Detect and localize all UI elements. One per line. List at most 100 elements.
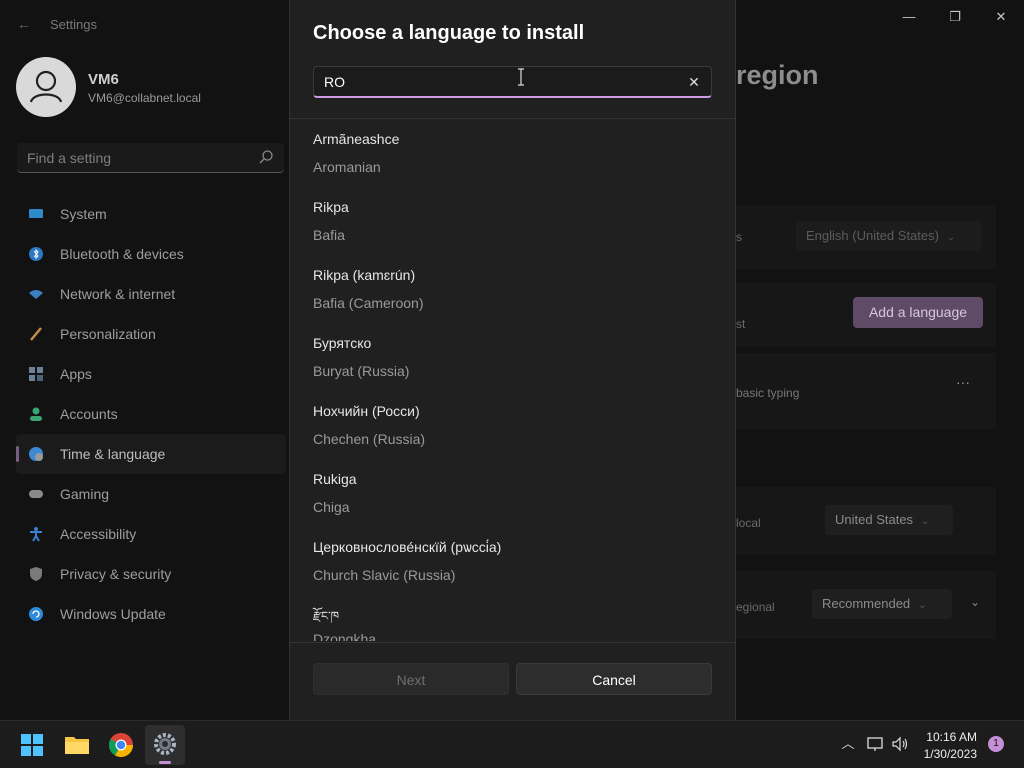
system-icon [29, 209, 43, 218]
search-placeholder: Find a setting [27, 150, 112, 166]
search-icon [259, 150, 273, 164]
regional-format-value: Recommended [822, 596, 911, 611]
preferred-languages-label: st [736, 317, 746, 331]
language-list[interactable]: Armãneashce Aromanian Rikpa Bafia Rikpa … [290, 119, 735, 641]
language-english-name: Chechen (Russia) [313, 431, 426, 447]
language-english-name: Bafia [313, 227, 345, 243]
notification-badge[interactable]: 1 [988, 736, 1004, 752]
language-install-dialog: Choose a language to install ✕ Armãneash… [289, 0, 736, 720]
list-item[interactable]: Бурятско Buryat (Russia) [290, 323, 735, 391]
add-language-button[interactable]: Add a language [853, 297, 983, 328]
sidebar-item-label: Accessibility [60, 526, 137, 542]
language-search-field[interactable]: ✕ [313, 66, 712, 98]
folder-icon [65, 737, 89, 754]
show-hidden-icons-chevron-icon[interactable]: ︿ [839, 735, 857, 753]
wifi-icon [29, 290, 43, 299]
list-item[interactable]: Церковнослове́нскїй (рѡссі́а) Church Sla… [290, 527, 735, 595]
sidebar-item-time-language[interactable]: Time & language [16, 434, 286, 474]
sidebar-item-label: Apps [60, 366, 92, 382]
dialog-footer: Next Cancel [290, 642, 735, 720]
avatar[interactable] [16, 57, 76, 117]
language-native-name: Rikpa (kamɛrún) [313, 267, 416, 283]
language-english-name: Chiga [313, 499, 350, 515]
dialog-title: Choose a language to install [313, 22, 585, 44]
update-icon [29, 607, 43, 621]
sidebar-item-system[interactable]: System [16, 194, 286, 234]
sidebar-item-label: Accounts [60, 406, 118, 422]
globe-clock-icon [29, 447, 43, 461]
language-english-name: Aromanian [313, 159, 381, 175]
sidebar-item-network[interactable]: Network & internet [16, 274, 286, 314]
user-icon [16, 57, 76, 117]
sidebar-item-accounts[interactable]: Accounts [16, 394, 286, 434]
language-native-name: Церковнослове́нскїй (рѡссі́а) [313, 539, 502, 555]
list-item[interactable]: Rikpa (kamɛrún) Bafia (Cameroon) [290, 255, 735, 323]
expand-chevron-icon[interactable]: ⌄ [966, 595, 984, 613]
bluetooth-icon [29, 247, 43, 261]
shield-icon [30, 567, 42, 581]
accessibility-icon [30, 527, 42, 542]
sidebar-item-bluetooth[interactable]: Bluetooth & devices [16, 234, 286, 274]
list-item[interactable]: Rukiga Chiga [290, 459, 735, 527]
brush-icon [30, 327, 42, 341]
sidebar-item-accessibility[interactable]: Accessibility [16, 514, 286, 554]
chrome-icon [108, 733, 133, 758]
sidebar-item-label: Personalization [60, 326, 156, 342]
language-search-input[interactable] [314, 67, 674, 97]
clock-date[interactable]: 1/30/2023 [924, 747, 977, 761]
sidebar-item-label: Bluetooth & devices [60, 246, 184, 262]
cancel-button[interactable]: Cancel [516, 663, 712, 695]
country-select[interactable]: United States ⌄ [825, 505, 953, 535]
country-label: local [736, 516, 761, 530]
file-explorer-button[interactable] [57, 725, 97, 765]
profile-email: VM6@collabnet.local [88, 91, 201, 105]
language-english-name: Buryat (Russia) [313, 363, 410, 379]
back-arrow-icon[interactable]: ← [14, 14, 34, 34]
sidebar-item-label: Gaming [60, 486, 110, 502]
apps-icon [29, 367, 43, 381]
gamepad-icon [29, 490, 43, 498]
sidebar-item-label: Windows Update [60, 606, 166, 622]
sidebar-item-apps[interactable]: Apps [16, 354, 286, 394]
start-button[interactable] [12, 725, 52, 765]
accounts-icon [30, 407, 42, 421]
sidebar-item-label: Privacy & security [60, 566, 172, 582]
more-options-icon[interactable]: ··· [952, 374, 974, 394]
clock-time[interactable]: 10:16 AM [926, 730, 977, 744]
minimize-button[interactable]: — [889, 6, 929, 28]
display-language-label: s [736, 230, 742, 244]
chevron-down-icon: ⌄ [921, 516, 930, 527]
clear-search-icon[interactable]: ✕ [685, 73, 703, 91]
network-icon[interactable] [866, 735, 884, 753]
sidebar-nav: System Bluetooth & devices Network & int… [16, 194, 286, 634]
list-item[interactable]: Нохчийн (Росси) Chechen (Russia) [290, 391, 735, 459]
taskbar: ︿ 10:16 AM 1/30/2023 [0, 720, 1024, 768]
display-language-select[interactable]: English (United States) ⌄ [796, 221, 982, 251]
english-detail: basic typing [736, 386, 800, 400]
close-button[interactable]: ✕ [981, 6, 1021, 28]
next-button[interactable]: Next [313, 663, 509, 695]
sidebar-item-privacy[interactable]: Privacy & security [16, 554, 286, 594]
list-item[interactable]: Rikpa Bafia [290, 187, 735, 255]
regional-format-label: egional [736, 600, 775, 614]
language-english-name: Bafia (Cameroon) [313, 295, 424, 311]
settings-search-input[interactable]: Find a setting [17, 143, 284, 173]
maximize-button[interactable]: ❐ [935, 6, 975, 28]
sidebar-item-label: Time & language [60, 446, 166, 462]
language-native-name: Armãneashce [313, 131, 400, 147]
list-item[interactable]: རྫོང་ཁ Dzongkha [290, 595, 735, 641]
chrome-button[interactable] [101, 725, 141, 765]
sidebar-item-windows-update[interactable]: Windows Update [16, 594, 286, 634]
language-english-name: Church Slavic (Russia) [313, 567, 456, 583]
language-native-name: Бурятско [313, 335, 372, 351]
chevron-down-icon: ⌄ [918, 600, 927, 611]
page-title: region [736, 60, 819, 90]
sidebar-item-gaming[interactable]: Gaming [16, 474, 286, 514]
list-item[interactable]: Armãneashce Aromanian [290, 119, 735, 187]
language-native-name: Нохчийн (Росси) [313, 403, 420, 419]
sidebar-item-personalization[interactable]: Personalization [16, 314, 286, 354]
language-native-name: Rukiga [313, 471, 357, 487]
regional-format-select[interactable]: Recommended ⌄ [812, 589, 952, 619]
settings-taskbar-button[interactable] [145, 725, 185, 765]
volume-icon[interactable] [891, 735, 909, 753]
